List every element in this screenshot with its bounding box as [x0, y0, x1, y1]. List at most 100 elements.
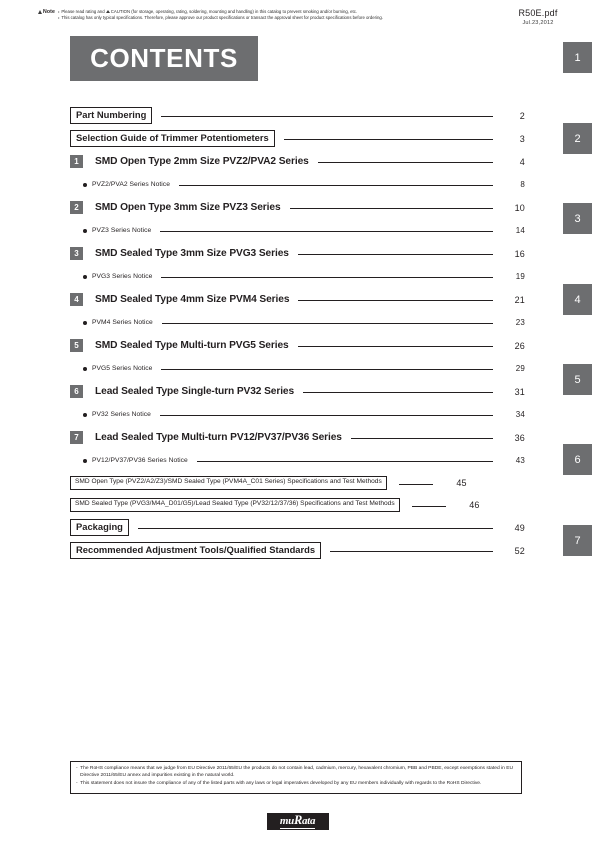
leader-line	[297, 254, 493, 255]
toc-page-number: 36	[514, 432, 525, 443]
toc-chapter-7[interactable]: 7 Lead Sealed Type Multi-turn PV12/PV37/…	[70, 426, 525, 449]
subentry-title: PVM4 Series Notice	[92, 319, 153, 326]
subentry-title: PVZ2/PVA2 Series Notice	[92, 181, 170, 188]
toc-page-number: 3	[519, 133, 525, 144]
subentry-title: PVZ3 Series Notice	[92, 227, 152, 234]
toc-subentry-4[interactable]: PVM4 Series Notice 23	[70, 311, 525, 334]
toc-entry-label: Packaging	[70, 519, 129, 536]
leader-line	[161, 323, 493, 324]
toc-entry-part-numbering[interactable]: Part Numbering 2	[70, 104, 525, 127]
chapter-number-chip: 1	[70, 155, 83, 168]
bullet-icon	[83, 228, 87, 233]
toc-subentry-3[interactable]: PVG3 Series Notice 19	[70, 265, 525, 288]
toc-page-number: 31	[514, 386, 525, 397]
toc-chapter-6[interactable]: 6 Lead Sealed Type Single-turn PV32 Seri…	[70, 380, 525, 403]
chapter-number-chip: 4	[70, 293, 83, 306]
toc-subentry-1[interactable]: PVZ2/PVA2 Series Notice 8	[70, 173, 525, 196]
note-label: Note	[38, 9, 55, 15]
toc-subentry-2[interactable]: PVZ3 Series Notice 14	[70, 219, 525, 242]
toc-chapter-3[interactable]: 3 SMD Sealed Type 3mm Size PVG3 Series 1…	[70, 242, 525, 265]
toc-entry-recommended-tools[interactable]: Recommended Adjustment Tools/Qualified S…	[70, 539, 525, 562]
toc-subentry-7[interactable]: PV12/PV37/PV36 Series Notice 43	[70, 449, 525, 472]
toc-entry-packaging[interactable]: Packaging 49	[70, 516, 525, 539]
toc-page-number: 16	[514, 248, 525, 259]
header-note: Note Please read rating and CAUTION (for…	[38, 9, 478, 21]
toc-page-number: 26	[514, 340, 525, 351]
leader-line	[289, 208, 493, 209]
subentry-title: PV12/PV37/PV36 Series Notice	[92, 457, 188, 464]
leader-line	[178, 185, 493, 186]
toc-page-number: 8	[520, 180, 525, 189]
side-tab-7[interactable]: 7	[563, 525, 592, 556]
side-tab-2[interactable]: 2	[563, 123, 592, 154]
note-line-2: This catalog has only typical specificat…	[58, 15, 478, 21]
bullet-icon	[83, 412, 87, 417]
toc-page-number: 19	[515, 272, 525, 281]
document-id: R50E.pdf Jul.23,2012	[503, 8, 573, 26]
side-tab-5[interactable]: 5	[563, 364, 592, 395]
chapter-title: SMD Sealed Type Multi-turn PVG5 Series	[95, 340, 289, 351]
toc-entry-label: Recommended Adjustment Tools/Qualified S…	[70, 542, 322, 559]
toc-chapter-2[interactable]: 2 SMD Open Type 3mm Size PVZ3 Series 10	[70, 196, 525, 219]
subentry-title: PVG5 Series Notice	[92, 365, 153, 372]
leader-line	[398, 483, 433, 485]
toc-subentry-5[interactable]: PVG5 Series Notice 29	[70, 357, 525, 380]
toc-page-number: 46	[469, 500, 480, 510]
toc-chapter-4[interactable]: 4 SMD Sealed Type 4mm Size PVM4 Series 2…	[70, 288, 525, 311]
rohs-compliance-note: - The RoHS compliance means that we judg…	[70, 761, 522, 794]
chapter-title: SMD Sealed Type 4mm Size PVM4 Series	[95, 294, 290, 305]
chapter-title: SMD Open Type 2mm Size PVZ2/PVA2 Series	[95, 156, 309, 167]
chapter-number-chip: 5	[70, 339, 83, 352]
toc-entry-label: SMD Open Type (PVZ2/A2/Z3)/SMD Sealed Ty…	[70, 475, 387, 491]
murata-logo-text: muRata	[279, 813, 316, 829]
leader-line	[297, 346, 493, 347]
chapter-number-chip: 6	[70, 385, 83, 398]
page-title-text: CONTENTS	[90, 43, 238, 73]
leader-line	[411, 505, 446, 507]
toc-page-number: 14	[515, 226, 525, 235]
leader-line	[303, 392, 493, 393]
rohs-note-item: - This statement does not insure the com…	[76, 781, 516, 788]
leader-line	[159, 415, 493, 416]
toc-page-number: 34	[515, 410, 525, 419]
chapter-title: SMD Open Type 3mm Size PVZ3 Series	[95, 202, 281, 213]
toc-entry-smd-open-specs[interactable]: SMD Open Type (PVZ2/A2/Z3)/SMD Sealed Ty…	[70, 472, 525, 494]
dash-bullet-icon: -	[76, 766, 78, 771]
leader-line	[317, 162, 493, 163]
toc-entry-smd-sealed-specs[interactable]: SMD Sealed Type (PVG3/M4A_D01/G5)/Lead S…	[70, 494, 525, 516]
document-filename: R50E.pdf	[518, 8, 558, 18]
toc-chapter-1[interactable]: 1 SMD Open Type 2mm Size PVZ2/PVA2 Serie…	[70, 150, 525, 173]
rohs-note-text: This statement does not insure the compl…	[80, 780, 482, 786]
leader-line	[350, 438, 493, 439]
murata-logo: muRata	[266, 813, 329, 830]
toc-subentry-6[interactable]: PV32 Series Notice 34	[70, 403, 525, 426]
side-tab-4[interactable]: 4	[563, 284, 592, 315]
bullet-icon	[83, 274, 87, 279]
leader-line	[298, 300, 493, 301]
rohs-note-text: The RoHS compliance means that we judge …	[80, 766, 513, 778]
chapter-title: Lead Sealed Type Multi-turn PV12/PV37/PV…	[95, 432, 342, 443]
toc-page-number: 23	[515, 318, 525, 327]
toc-entry-label: Selection Guide of Trimmer Potentiometer…	[70, 130, 275, 147]
toc-chapter-5[interactable]: 5 SMD Sealed Type Multi-turn PVG5 Series…	[70, 334, 525, 357]
caution-triangle-icon	[106, 10, 111, 14]
rohs-note-item: - The RoHS compliance means that we judg…	[76, 766, 516, 780]
subentry-title: PVG3 Series Notice	[92, 273, 153, 280]
side-tab-1[interactable]: 1	[563, 42, 592, 73]
toc-entry-selection-guide[interactable]: Selection Guide of Trimmer Potentiometer…	[70, 127, 525, 150]
leader-line	[283, 139, 493, 140]
warning-triangle-icon	[38, 9, 42, 14]
bullet-icon	[83, 366, 87, 371]
toc-page-number: 4	[519, 156, 525, 167]
dash-bullet-icon: -	[76, 780, 78, 786]
toc-page-number: 29	[515, 364, 525, 373]
side-tab-6[interactable]: 6	[563, 444, 592, 475]
subentry-title: PV32 Series Notice	[92, 411, 151, 418]
side-tab-3[interactable]: 3	[563, 203, 592, 234]
chapter-title: Lead Sealed Type Single-turn PV32 Series	[95, 386, 295, 397]
bullet-icon	[83, 458, 87, 463]
chapter-number-chip: 7	[70, 431, 83, 444]
toc-entry-label: SMD Sealed Type (PVG3/M4A_D01/G5)/Lead S…	[70, 497, 400, 513]
toc-page-number: 52	[514, 545, 525, 556]
chapter-title: SMD Sealed Type 3mm Size PVG3 Series	[95, 248, 289, 259]
